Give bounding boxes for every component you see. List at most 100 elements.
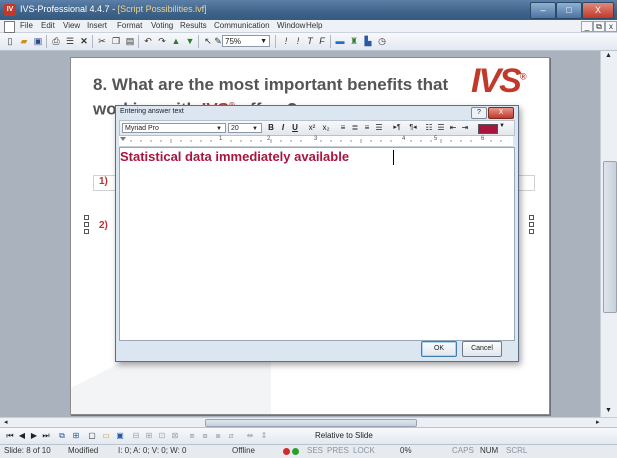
timer-icon[interactable]: ◷ xyxy=(376,35,388,47)
cut-icon[interactable]: ✂ xyxy=(96,35,108,47)
scroll-down-icon[interactable]: ▼ xyxy=(605,407,612,414)
menu-file[interactable]: File xyxy=(20,21,33,30)
dialog-close-button[interactable]: X xyxy=(488,107,514,119)
cancel-button[interactable]: Cancel xyxy=(462,341,502,357)
text-tool-icon[interactable]: T xyxy=(304,35,316,47)
print-icon[interactable]: ⎙ xyxy=(50,35,62,47)
subscript-button[interactable]: x₂ xyxy=(320,123,332,133)
italic-button[interactable]: I xyxy=(278,123,288,133)
ruler[interactable]: 1 2 3 4 5 6 xyxy=(119,136,513,147)
redo-icon[interactable]: ↷ xyxy=(156,35,168,47)
resize-handle[interactable] xyxy=(529,229,534,234)
menu-results[interactable]: Results xyxy=(180,21,207,30)
ok-button[interactable]: OK xyxy=(421,341,457,357)
window-titlebar[interactable]: IV IVS-Professional 4.4.7 - [Script Poss… xyxy=(0,0,617,20)
scroll-up-icon[interactable]: ▲ xyxy=(605,52,612,59)
properties-icon[interactable]: ☰ xyxy=(64,35,76,47)
previous-slide-icon[interactable]: ◀ xyxy=(16,430,28,442)
delete-icon[interactable]: ✕ xyxy=(78,35,90,47)
maximize-button[interactable]: □ xyxy=(556,2,582,19)
menu-format[interactable]: Format xyxy=(117,21,142,30)
relative-to-slide-toggle[interactable]: Relative to Slide xyxy=(315,431,373,440)
menu-communication[interactable]: Communication xyxy=(214,21,270,30)
align-objects-icon[interactable]: ⊟ xyxy=(130,430,142,442)
scroll-right-icon[interactable]: ▸ xyxy=(596,418,600,426)
copy-icon[interactable]: ❐ xyxy=(110,35,122,47)
spacing-icon[interactable]: ⇹ xyxy=(244,430,256,442)
menu-help[interactable]: Help xyxy=(306,21,322,30)
blank-slide-icon[interactable]: ▢ xyxy=(86,430,98,442)
menu-window[interactable]: Window xyxy=(277,21,305,30)
bold-button[interactable]: B xyxy=(266,123,276,133)
undo-icon[interactable]: ↶ xyxy=(142,35,154,47)
bullet-list-icon[interactable]: ☷ xyxy=(424,123,434,133)
format-tool-icon[interactable]: F xyxy=(316,35,328,47)
resize-handle[interactable] xyxy=(84,215,89,220)
participants-icon[interactable]: ♜ xyxy=(348,35,360,47)
save-icon[interactable]: ▣ xyxy=(32,35,44,47)
resize-handle[interactable] xyxy=(529,222,534,227)
align-left-icon[interactable]: ≡ xyxy=(338,123,348,133)
voting-bang-icon[interactable]: ! xyxy=(280,35,292,47)
font-size-select[interactable]: 20 ▼ xyxy=(228,123,262,133)
rtl-button[interactable]: ¶◂ xyxy=(406,123,420,133)
next-slide-icon[interactable]: ▶ xyxy=(28,430,40,442)
align-center-icon[interactable]: ≣ xyxy=(350,123,360,133)
results-chart-icon[interactable]: ▙ xyxy=(362,35,374,47)
order-back-icon[interactable]: ⧇ xyxy=(199,430,211,442)
minimize-button[interactable]: – xyxy=(530,2,556,19)
rotate-icon[interactable]: ⧄ xyxy=(225,430,237,442)
document-icon[interactable] xyxy=(4,21,15,33)
open-icon[interactable]: ▰ xyxy=(18,35,30,47)
mdi-close-button[interactable]: x xyxy=(605,21,617,32)
app-icon[interactable]: IV xyxy=(4,4,16,16)
superscript-button[interactable]: x² xyxy=(306,123,318,133)
flip-icon[interactable]: ⧆ xyxy=(212,430,224,442)
order-front-icon[interactable]: ⧈ xyxy=(186,430,198,442)
distribute-icon[interactable]: ⊞ xyxy=(143,430,155,442)
text-color-swatch[interactable] xyxy=(478,124,498,134)
horizontal-scroll-thumb[interactable] xyxy=(205,419,417,427)
answer-text-editor[interactable]: Statistical data immediately available xyxy=(119,147,515,341)
numbered-list-icon[interactable]: ☰ xyxy=(436,123,446,133)
first-slide-icon[interactable]: ⏮ xyxy=(4,430,16,442)
align-right-icon[interactable]: ≡ xyxy=(362,123,372,133)
last-slide-icon[interactable]: ⏭ xyxy=(40,430,52,442)
ltr-button[interactable]: ▸¶ xyxy=(390,123,404,133)
menu-view[interactable]: View xyxy=(63,21,80,30)
mdi-minimize-button[interactable]: _ xyxy=(581,21,593,32)
zoom-select[interactable]: 75% ▼ xyxy=(222,35,270,47)
close-button[interactable]: X xyxy=(582,2,614,19)
answer-text-dialog[interactable]: Entering answer text ? X Myriad Pro ▼ 20… xyxy=(115,105,519,362)
indent-decrease-icon[interactable]: ⇤ xyxy=(448,123,458,133)
dialog-help-button[interactable]: ? xyxy=(471,107,487,119)
menu-insert[interactable]: Insert xyxy=(87,21,107,30)
font-family-select[interactable]: Myriad Pro ▼ xyxy=(122,123,226,133)
horizontal-scrollbar[interactable]: ◂ ▸ xyxy=(0,417,617,427)
picture-slide-icon[interactable]: ▣ xyxy=(114,430,126,442)
voting-bang2-icon[interactable]: ! xyxy=(292,35,304,47)
scroll-left-icon[interactable]: ◂ xyxy=(4,418,8,426)
color-bar-icon[interactable]: ▬ xyxy=(334,35,346,47)
slide-view-icon[interactable]: ⧉ xyxy=(56,430,68,442)
justify-icon[interactable]: ☰ xyxy=(374,123,384,133)
group-icon[interactable]: ⊡ xyxy=(156,430,168,442)
new-icon[interactable]: ▯ xyxy=(4,35,16,47)
vertical-scrollbar[interactable]: ▲ ▼ xyxy=(600,51,617,417)
slide-down-icon[interactable]: ▼ xyxy=(184,35,196,47)
resize-handle[interactable] xyxy=(529,215,534,220)
indent-increase-icon[interactable]: ⇥ xyxy=(460,123,470,133)
resize-handle[interactable] xyxy=(84,222,89,227)
chevron-down-icon[interactable]: ▼ xyxy=(499,123,505,129)
ungroup-icon[interactable]: ⊠ xyxy=(169,430,181,442)
underline-button[interactable]: U xyxy=(290,123,300,133)
menu-voting[interactable]: Voting xyxy=(151,21,173,30)
mdi-restore-button[interactable]: ⧉ xyxy=(593,21,605,32)
vertical-scroll-thumb[interactable] xyxy=(603,161,617,313)
size-icon[interactable]: ⇕ xyxy=(258,430,270,442)
slide-sorter-icon[interactable]: ⊞ xyxy=(70,430,82,442)
paste-icon[interactable]: ▤ xyxy=(124,35,136,47)
slide-up-icon[interactable]: ▲ xyxy=(170,35,182,47)
resize-handle[interactable] xyxy=(84,229,89,234)
menu-edit[interactable]: Edit xyxy=(41,21,55,30)
